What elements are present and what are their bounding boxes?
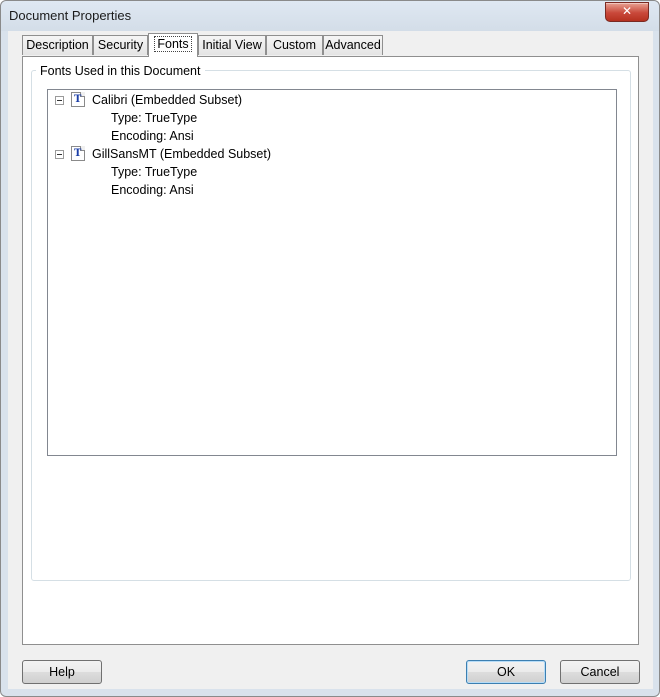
font-icon-glyph: T (74, 148, 82, 159)
tab-advanced[interactable]: Advanced (323, 35, 383, 55)
tab-label: Description (26, 38, 89, 52)
cancel-button[interactable]: Cancel (560, 660, 640, 684)
tree-node-calibri[interactable]: T Calibri (Embedded Subset) (48, 91, 608, 109)
font-type: Type: TrueType (111, 111, 198, 125)
font-icon-glyph: T (74, 94, 82, 105)
close-button[interactable]: ✕ (605, 2, 649, 22)
dialog-title: Document Properties (9, 8, 132, 23)
tab-label: Advanced (325, 38, 381, 52)
fonts-tab-panel: Fonts Used in this Document T Calibri (E… (22, 56, 639, 645)
tab-security[interactable]: Security (93, 35, 148, 55)
tab-fonts[interactable]: Fonts (148, 33, 198, 57)
help-button[interactable]: Help (22, 660, 102, 684)
tab-label: Initial View (202, 38, 262, 52)
fonts-tree-view[interactable]: T Calibri (Embedded Subset) Type: TrueTy… (47, 89, 617, 456)
fonts-group-legend: Fonts Used in this Document (36, 64, 205, 78)
font-encoding: Encoding: Ansi (111, 129, 194, 143)
dialog-client-area: Description Security Fonts Initial View … (8, 31, 653, 689)
font-name: Calibri (Embedded Subset) (92, 93, 243, 107)
truetype-font-icon: T (71, 146, 85, 161)
tab-label: Fonts (154, 36, 192, 52)
collapse-toggle[interactable] (55, 96, 64, 105)
tab-label: Security (97, 38, 144, 52)
collapse-toggle[interactable] (55, 150, 64, 159)
truetype-font-icon: T (71, 92, 85, 107)
tab-initial-view[interactable]: Initial View (198, 35, 266, 55)
tree-node-gillsansmt[interactable]: T GillSansMT (Embedded Subset) (48, 145, 608, 163)
font-name: GillSansMT (Embedded Subset) (92, 147, 272, 161)
fonts-groupbox: Fonts Used in this Document T Calibri (E… (31, 64, 631, 581)
tab-custom[interactable]: Custom (266, 35, 323, 55)
font-type: Type: TrueType (111, 165, 198, 179)
tab-label: Custom (272, 38, 317, 52)
ok-button[interactable]: OK (466, 660, 546, 684)
tab-description[interactable]: Description (22, 35, 93, 55)
font-encoding: Encoding: Ansi (111, 183, 194, 197)
title-bar[interactable]: Document Properties ✕ (1, 1, 659, 31)
document-properties-dialog: Document Properties ✕ Description Securi… (0, 0, 660, 697)
